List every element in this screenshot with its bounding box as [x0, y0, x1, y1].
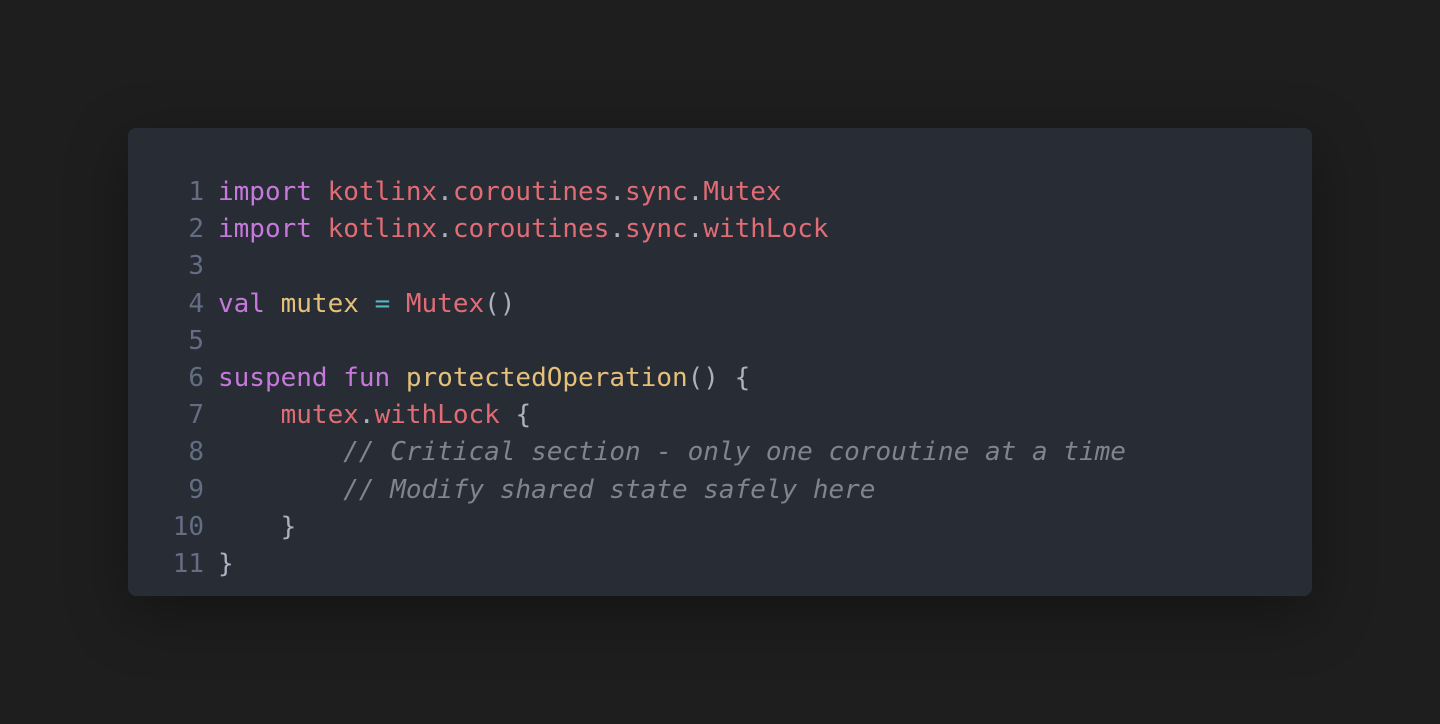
code-token-punct: . [609, 214, 626, 245]
line-number: 8 [188, 437, 204, 468]
code-token-punct: . [358, 400, 375, 431]
code-token-ident: kotlinx [327, 177, 438, 207]
line-code: // Critical section - only one coroutine… [204, 434, 1126, 471]
code-line: 10 } [128, 509, 1312, 546]
code-token-punct: . [687, 177, 704, 207]
code-token-punct: } [280, 511, 297, 542]
code-token-punct: . [437, 177, 453, 207]
code-token-func: protectedOperation [405, 362, 688, 393]
line-number: 2 [188, 214, 204, 245]
code-token-punct: { [499, 400, 532, 431]
code-line: 5 [128, 323, 1312, 360]
code-line: 4 val mutex = Mutex() [128, 286, 1312, 323]
line-number: 10 [172, 511, 204, 542]
code-token-punct: () [484, 288, 516, 319]
line-number: 7 [188, 400, 204, 431]
code-snippet-card: 1 import kotlinx.coroutines.sync.Mutex 2 im… [128, 128, 1312, 596]
code-token-punct: . [609, 177, 626, 207]
code-token-ident: kotlinx [327, 214, 438, 245]
line-code: val mutex = Mutex() [204, 286, 515, 323]
code-block: 1 import kotlinx.coroutines.sync.Mutex 2 im… [128, 174, 1312, 583]
line-code: } [204, 509, 297, 546]
code-token-ident: withLock [374, 400, 500, 431]
code-token-ident: sync [625, 177, 688, 207]
line-code: // Modify shared state safely here [204, 472, 875, 509]
code-token-ident: coroutines [452, 214, 610, 245]
code-token-op: = [374, 288, 391, 319]
line-number: 1 [188, 177, 204, 207]
code-line: 6 suspend fun protectedOperation() { [128, 360, 1312, 397]
code-token-keyword: import [218, 177, 312, 207]
code-token-ident: mutex [280, 400, 359, 431]
line-code: mutex.withLock { [204, 397, 531, 434]
line-code: suspend fun protectedOperation() { [204, 360, 750, 397]
code-token-ident: coroutines [452, 177, 610, 207]
code-token-punct: } [218, 548, 234, 579]
code-token-ident: Mutex [405, 288, 485, 319]
line-number: 5 [188, 325, 204, 356]
line-number: 3 [188, 251, 204, 282]
line-number: 6 [188, 362, 204, 393]
code-line: 7 mutex.withLock { [128, 397, 1312, 434]
code-token-comment: // Modify shared state safely here [343, 474, 876, 505]
code-token-punct: () { [687, 362, 751, 393]
code-line: 3 [128, 248, 1312, 285]
code-token-func: mutex [280, 288, 359, 319]
code-line: 2 import kotlinx.coroutines.sync.withLock [128, 211, 1312, 248]
code-token-keyword: fun [343, 362, 391, 393]
line-code: import kotlinx.coroutines.sync.withLock [204, 211, 829, 248]
code-token-punct: . [687, 214, 704, 245]
code-token-ident: withLock [703, 214, 829, 245]
code-token-ident: sync [625, 214, 688, 245]
code-line: 1 import kotlinx.coroutines.sync.Mutex [128, 174, 1312, 211]
code-line: 11} [128, 546, 1312, 583]
code-token-keyword: import [218, 214, 312, 245]
line-number: 9 [188, 474, 204, 505]
code-token-comment: // Critical section - only one coroutine… [343, 437, 1126, 468]
line-code: import kotlinx.coroutines.sync.Mutex [204, 174, 782, 211]
code-token-keyword: val [218, 288, 265, 319]
code-token-punct: . [437, 214, 453, 245]
line-number: 4 [188, 288, 204, 319]
line-code: } [204, 546, 234, 583]
line-number: 11 [172, 548, 204, 579]
code-token-ident: Mutex [703, 177, 782, 207]
code-line: 8 // Critical section - only one corouti… [128, 434, 1312, 471]
code-token-keyword: suspend [218, 362, 328, 393]
code-line: 9 // Modify shared state safely here [128, 472, 1312, 509]
